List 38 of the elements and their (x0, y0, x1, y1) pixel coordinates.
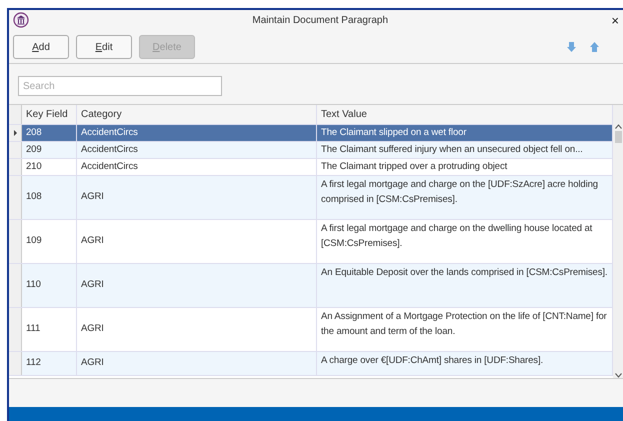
table-cell: 110 (22, 264, 77, 307)
table-cell: 109 (22, 220, 77, 263)
move-up-icon[interactable] (590, 42, 599, 52)
table-row[interactable]: 112 AGRI A charge over €[UDF:ChAmt] shares in [UDF:Shares]. (9, 352, 613, 376)
table-cell: 209 (22, 142, 77, 158)
close-button[interactable]: × (611, 14, 619, 26)
table-cell: AccidentCircs (77, 142, 317, 158)
table-cell: AGRI (77, 176, 317, 219)
toolbar-button[interactable]: Add (13, 35, 69, 59)
table-cell: 208 (22, 125, 77, 141)
window-title: Maintain Document Paragraph (251, 14, 390, 28)
column-header[interactable]: Category (77, 105, 317, 124)
scroll-down-icon[interactable] (614, 373, 622, 378)
table-row[interactable]: 209 AccidentCircs The Claimant suffered injury when an unsecured object fell on... (9, 142, 613, 159)
current-row-icon (14, 130, 16, 136)
table-cell: AGRI (77, 264, 317, 307)
scrollbar[interactable] (613, 105, 623, 378)
table-cell: AccidentCircs (77, 125, 317, 141)
table-cell: 111 (22, 308, 77, 351)
table-cell: AGRI (77, 220, 317, 263)
toolbar-button[interactable]: Edit (76, 35, 132, 59)
column-header[interactable]: Text Value (317, 105, 613, 124)
table-cell: AGRI (77, 308, 317, 351)
scroll-up-icon[interactable] (614, 124, 622, 129)
table-cell: 210 (22, 159, 77, 175)
move-down-icon[interactable] (567, 42, 576, 52)
table-cell: 108 (22, 176, 77, 219)
table-cell: AccidentCircs (77, 159, 317, 175)
table-row[interactable]: 110 AGRI An Equitable Deposit over the lands comprised in [CSM:CsPremises]. (9, 264, 613, 308)
scrollbar-thumb[interactable] (614, 131, 622, 143)
table-row[interactable]: 108 AGRI A first legal mortgage and charge on the [UDF:SzAcre] acre holding comprised in [CSM:CsPremises]. (9, 176, 613, 220)
row-header[interactable] (9, 125, 22, 141)
search-field[interactable]: Search (18, 76, 222, 96)
table-cell: 112 (22, 352, 77, 375)
column-header[interactable]: Key Field (22, 105, 77, 124)
app-logo-icon (13, 12, 29, 28)
table-cell: AGRI (77, 352, 317, 375)
table-row[interactable]: 208 AccidentCircs The Claimant slipped on a wet floor (9, 125, 613, 142)
